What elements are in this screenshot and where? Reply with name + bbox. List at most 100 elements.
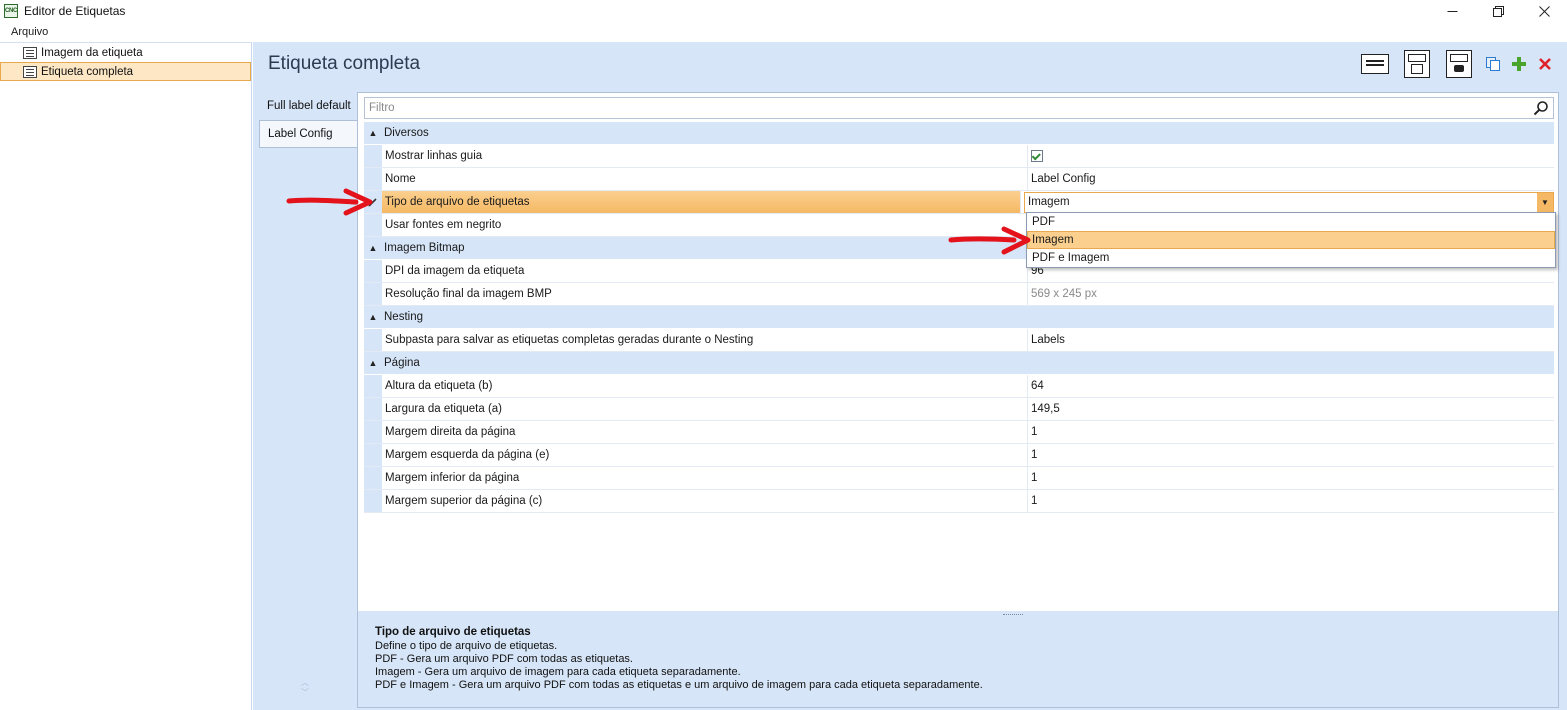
- search-icon[interactable]: [1533, 100, 1549, 116]
- category-pagina[interactable]: ▲ Página: [364, 352, 1554, 375]
- minimize-icon[interactable]: [1429, 0, 1475, 22]
- chevron-down-icon[interactable]: ▼: [1537, 192, 1553, 212]
- tab-label-config[interactable]: Label Config: [259, 120, 359, 148]
- description-line: PDF e Imagem - Gera um arquivo PDF com t…: [375, 679, 983, 691]
- filter-input[interactable]: [365, 102, 1525, 114]
- property-row[interactable]: Subpasta para salvar as etiquetas comple…: [364, 329, 1554, 352]
- property-row[interactable]: Nome Label Config: [364, 168, 1554, 191]
- tipo-arquivo-dropdown: PDF Imagem PDF e Imagem: [1026, 212, 1556, 268]
- window-controls: [1429, 0, 1567, 22]
- delete-button[interactable]: [1535, 48, 1555, 80]
- property-value[interactable]: 149,5: [1028, 398, 1554, 420]
- property-value[interactable]: Labels: [1028, 329, 1554, 351]
- copy-button[interactable]: [1483, 48, 1503, 80]
- collapse-icon[interactable]: ▲: [364, 243, 382, 253]
- property-value[interactable]: 64: [1028, 375, 1554, 397]
- title-bar: CNC Editor de Etiquetas: [0, 0, 1567, 22]
- full-label-icon: [23, 65, 37, 78]
- category-nesting[interactable]: ▲ Nesting: [364, 306, 1554, 329]
- property-row[interactable]: Altura da etiqueta (b) 64: [364, 375, 1554, 398]
- property-value[interactable]: 1: [1028, 444, 1554, 466]
- label-preview-button[interactable]: [1357, 48, 1393, 80]
- property-value: Imagem ▼: [1021, 191, 1554, 213]
- property-row[interactable]: Resolução final da imagem BMP 569 x 245 …: [364, 283, 1554, 306]
- property-row[interactable]: Largura da etiqueta (a) 149,5: [364, 398, 1554, 421]
- property-row[interactable]: Margem inferior da página 1: [364, 467, 1554, 490]
- row-gutter: [364, 145, 382, 167]
- label-image-icon: [23, 46, 37, 59]
- close-icon[interactable]: [1521, 0, 1567, 22]
- dropdown-option-pdf-e-imagem[interactable]: PDF e Imagem: [1027, 249, 1555, 267]
- property-value[interactable]: Label Config: [1028, 168, 1554, 190]
- property-value[interactable]: 1: [1028, 421, 1554, 443]
- row-gutter: [364, 398, 382, 420]
- tab-full-label-default[interactable]: Full label default: [259, 92, 359, 120]
- header: Etiqueta completa: [253, 42, 1567, 88]
- property-row[interactable]: Margem superior da página (c) 1: [364, 490, 1554, 513]
- property-value: 569 x 245 px: [1031, 288, 1097, 300]
- dropdown-option-pdf[interactable]: PDF: [1027, 213, 1555, 231]
- chevron-up-icon[interactable]: ︿: [301, 678, 309, 688]
- maximize-icon[interactable]: [1475, 0, 1521, 22]
- row-gutter: [364, 375, 382, 397]
- property-name: Subpasta para salvar as etiquetas comple…: [382, 329, 1028, 351]
- toolbar: [1357, 48, 1555, 80]
- tree-item-etiqueta-completa[interactable]: Etiqueta completa: [0, 62, 251, 81]
- tree-item-label: Etiqueta completa: [41, 65, 134, 78]
- annotation-arrow-icon: [286, 188, 373, 216]
- copy-icon: [1486, 57, 1500, 71]
- mostrar-linhas-guia-checkbox[interactable]: [1031, 150, 1043, 162]
- collapse-icon[interactable]: ▲: [364, 128, 382, 138]
- row-gutter: [364, 467, 382, 489]
- category-label: Diversos: [384, 127, 429, 139]
- property-row[interactable]: Margem esquerda da página (e) 1: [364, 444, 1554, 467]
- tree-item-label: Imagem da etiqueta: [41, 46, 143, 59]
- row-gutter: [364, 168, 382, 190]
- tab-scroll-arrows[interactable]: ︿ ﹀: [301, 678, 309, 698]
- category-label: Página: [384, 357, 420, 369]
- row-gutter: [364, 421, 382, 443]
- property-name: Usar fontes em negrito: [382, 214, 1028, 236]
- description-panel: Tipo de arquivo de etiquetas Define o ti…: [358, 621, 1558, 707]
- description-line: PDF - Gera um arquivo PDF com todas as e…: [375, 653, 633, 665]
- property-row[interactable]: Mostrar linhas guia: [364, 145, 1554, 168]
- category-diversos[interactable]: ▲ Diversos: [364, 122, 1554, 145]
- menu-arquivo[interactable]: Arquivo: [11, 26, 48, 38]
- category-label: Nesting: [384, 311, 423, 323]
- annotation-arrow-icon: [948, 226, 1031, 255]
- row-gutter: [364, 260, 382, 282]
- property-name: Nome: [382, 168, 1028, 190]
- label-layout-button[interactable]: [1399, 48, 1435, 80]
- property-name: Resolução final da imagem BMP: [382, 283, 1028, 305]
- property-name: Altura da etiqueta (b): [382, 375, 1028, 397]
- collapse-icon[interactable]: ▲: [364, 312, 382, 322]
- dropdown-option-imagem[interactable]: Imagem: [1027, 231, 1555, 249]
- property-value[interactable]: 1: [1028, 467, 1554, 489]
- property-value[interactable]: 1: [1028, 490, 1554, 512]
- description-title: Tipo de arquivo de etiquetas: [375, 626, 531, 638]
- splitter-grip-icon[interactable]: [1003, 614, 1023, 616]
- tree-item-imagem-da-etiqueta[interactable]: Imagem da etiqueta: [0, 43, 251, 62]
- description-splitter[interactable]: [358, 611, 1558, 621]
- label-image-button[interactable]: [1441, 48, 1477, 80]
- collapse-icon[interactable]: ▲: [364, 358, 382, 368]
- description-line: Imagem - Gera um arquivo de imagem para …: [375, 666, 741, 678]
- add-button[interactable]: [1509, 48, 1529, 80]
- tipo-arquivo-combo[interactable]: Imagem ▼: [1024, 191, 1554, 213]
- property-row[interactable]: Margem direita da página 1: [364, 421, 1554, 444]
- label-tree: Imagem da etiqueta Etiqueta completa: [0, 42, 252, 710]
- app-icon: CNC: [4, 4, 18, 18]
- label-preview-icon: [1361, 54, 1389, 74]
- main-area: Etiqueta completa Full label default Lab…: [253, 42, 1567, 710]
- delete-icon: [1539, 58, 1551, 70]
- combo-selected-value: Imagem: [1028, 196, 1070, 208]
- property-name: Margem direita da página: [382, 421, 1028, 443]
- property-grid: ▲ Diversos Mostrar linhas guia Nome Labe…: [364, 122, 1554, 513]
- chevron-down-icon[interactable]: ﹀: [301, 688, 309, 698]
- description-line: Define o tipo de arquivo de etiquetas.: [375, 640, 558, 652]
- property-name: Mostrar linhas guia: [382, 145, 1028, 167]
- config-tabs: Full label default Label Config: [259, 92, 359, 148]
- label-image-icon: [1446, 50, 1472, 78]
- row-gutter: [364, 444, 382, 466]
- property-row-selected[interactable]: Tipo de arquivo de etiquetas Imagem ▼: [364, 191, 1554, 214]
